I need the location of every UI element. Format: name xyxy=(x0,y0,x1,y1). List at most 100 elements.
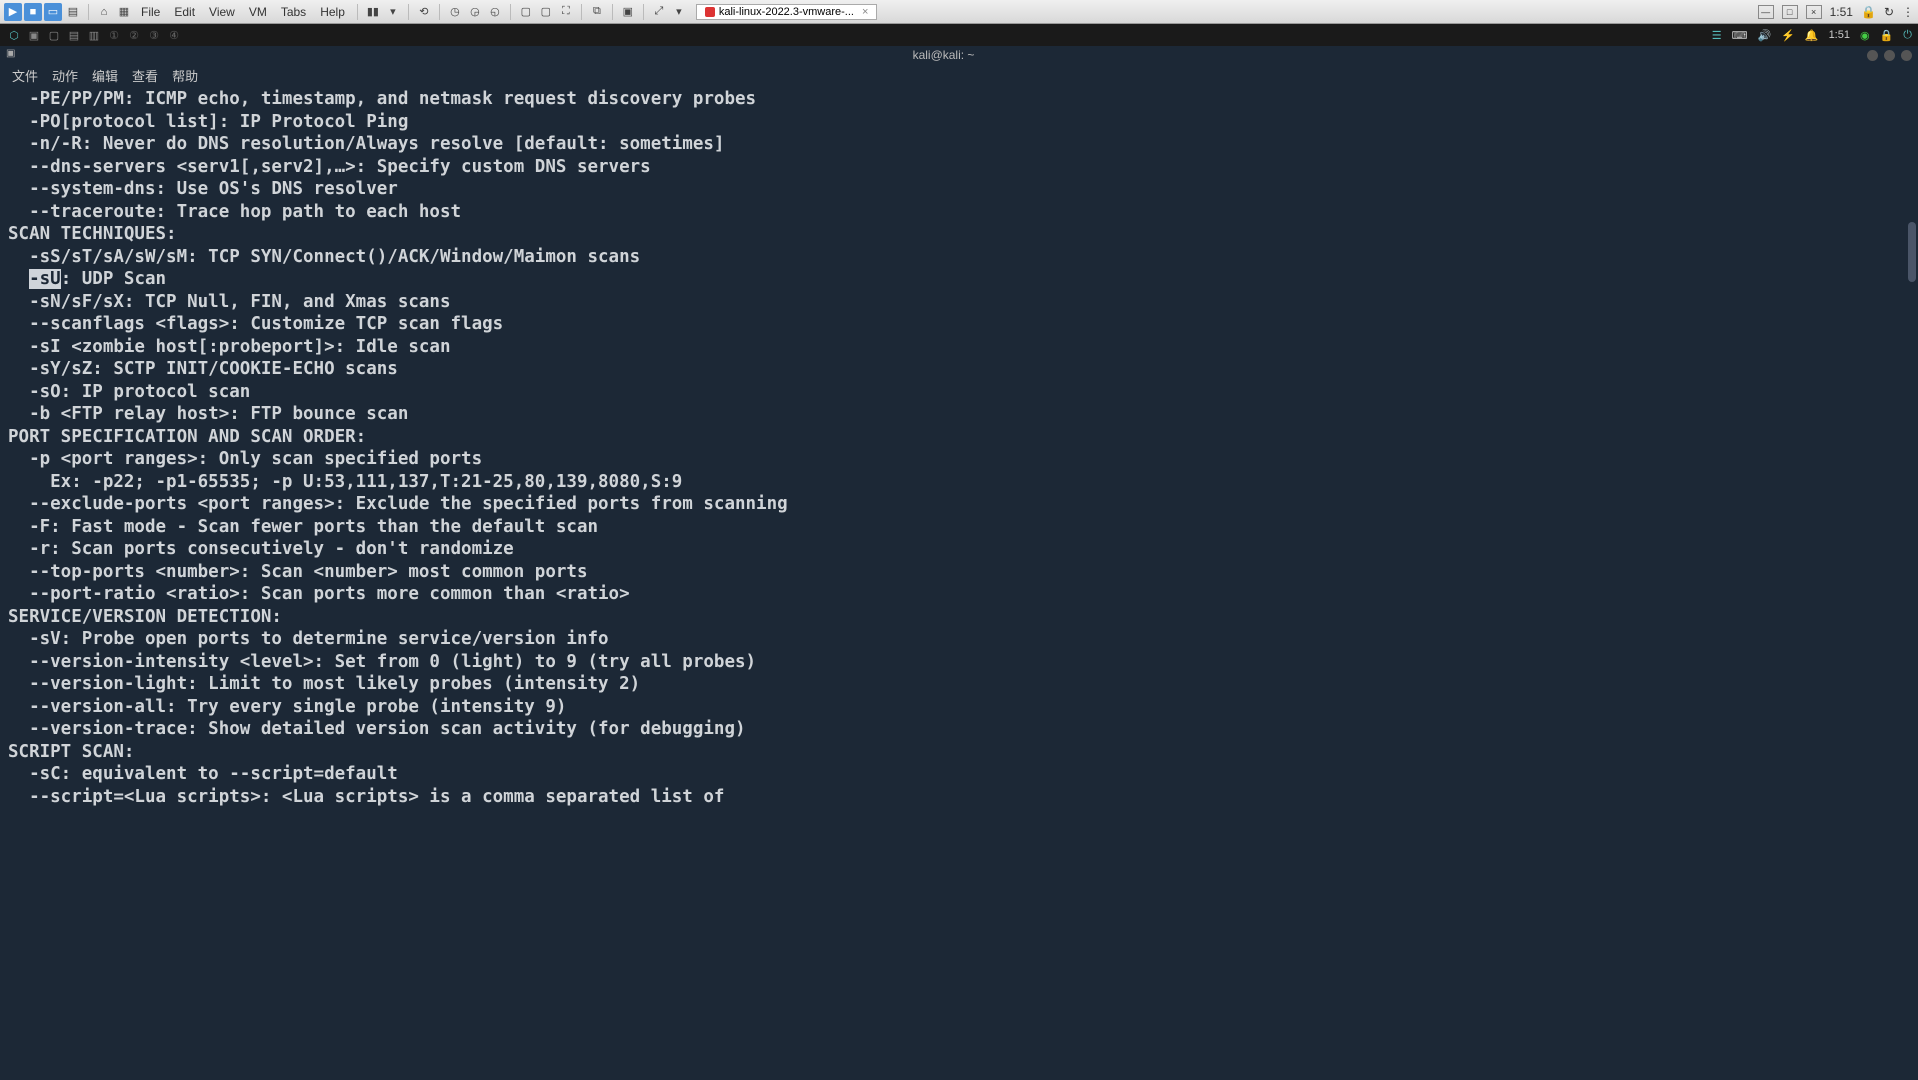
vmware-toolbar: ▶ ■ ▭ ▤ ⌂ ▦ File Edit View VM Tabs Help … xyxy=(0,0,1918,24)
library-icon[interactable]: ▦ xyxy=(115,3,133,21)
terminal-line: --script=<Lua scripts>: <Lua scripts> is… xyxy=(8,786,1910,809)
volume-icon[interactable]: 🔊 xyxy=(1757,29,1771,42)
browser-icon[interactable]: ▥ xyxy=(86,27,102,43)
terminal-titlebar[interactable]: ▣ kali@kali: ~ xyxy=(0,46,1918,64)
view-icon-1[interactable]: ▢ xyxy=(517,3,535,21)
menu-tabs[interactable]: Tabs xyxy=(275,5,312,19)
menu-icon[interactable]: ☰ xyxy=(1712,29,1722,42)
taskbar-icon-2[interactable]: ▭ xyxy=(44,3,62,21)
terminal-line: -sU: UDP Scan xyxy=(8,268,1910,291)
workspace-3[interactable]: ③ xyxy=(146,27,162,43)
menu-vm[interactable]: VM xyxy=(243,5,273,19)
vmware-logo-icon[interactable]: ▶ xyxy=(4,3,22,21)
power-icon[interactable]: ⏻ xyxy=(1903,29,1912,42)
network-icon[interactable]: ⚡ xyxy=(1781,29,1795,42)
guest-clock: 1:51 xyxy=(1829,29,1850,41)
separator xyxy=(612,4,613,20)
terminal-line: --top-ports <number>: Scan <number> most… xyxy=(8,561,1910,584)
menu-dots-icon[interactable]: ⋮ xyxy=(1902,5,1914,19)
kali-panel: ⬡ ▣ ▢ ▤ ▥ ① ② ③ ④ ☰ ⌨ 🔊 ⚡ 🔔 1:51 ◉ 🔒 ⏻ xyxy=(0,24,1918,46)
terminal-line: --dns-servers <serv1[,serv2],…>: Specify… xyxy=(8,156,1910,179)
terminal-line: --system-dns: Use OS's DNS resolver xyxy=(8,178,1910,201)
pause-icon[interactable]: ▮▮ xyxy=(364,3,382,21)
separator xyxy=(643,4,644,20)
terminal-line: -p <port ranges>: Only scan specified po… xyxy=(8,448,1910,471)
console-icon[interactable]: ▣ xyxy=(619,3,637,21)
kali-logo-icon[interactable]: ⬡ xyxy=(6,27,22,43)
terminal-line: --scanflags <flags>: Customize TCP scan … xyxy=(8,313,1910,336)
taskbar-icon-1[interactable]: ■ xyxy=(24,3,42,21)
close-dot[interactable] xyxy=(1901,50,1912,61)
workspace-1[interactable]: ① xyxy=(106,27,122,43)
menu-edit[interactable]: Edit xyxy=(168,5,201,19)
term-menu-help[interactable]: 帮助 xyxy=(166,66,204,85)
battery-icon[interactable]: ◉ xyxy=(1860,29,1870,42)
terminal-line: -r: Scan ports consecutively - don't ran… xyxy=(8,538,1910,561)
terminal-line: --version-all: Try every single probe (i… xyxy=(8,696,1910,719)
workspace-4[interactable]: ④ xyxy=(166,27,182,43)
terminal-line: -sI <zombie host[:probeport]>: Idle scan xyxy=(8,336,1910,359)
separator xyxy=(510,4,511,20)
menu-view[interactable]: View xyxy=(203,5,241,19)
terminal-line: --version-trace: Show detailed version s… xyxy=(8,718,1910,741)
snapshot-manage-icon[interactable]: ◶ xyxy=(466,3,484,21)
terminal-line: -sN/sF/sX: TCP Null, FIN, and Xmas scans xyxy=(8,291,1910,314)
dropdown-icon[interactable]: ▾ xyxy=(384,3,402,21)
view-icon-2[interactable]: ▢ xyxy=(537,3,555,21)
term-menu-actions[interactable]: 动作 xyxy=(46,66,84,85)
minimize-dot[interactable] xyxy=(1867,50,1878,61)
snapshot-icon[interactable]: ◷ xyxy=(446,3,464,21)
home-icon[interactable]: ⌂ xyxy=(95,3,113,21)
term-menu-edit[interactable]: 编辑 xyxy=(86,66,124,85)
minimize-button[interactable]: — xyxy=(1758,5,1774,19)
terminal-line: -n/-R: Never do DNS resolution/Always re… xyxy=(8,133,1910,156)
window-controls xyxy=(1867,50,1912,61)
close-button[interactable]: × xyxy=(1806,5,1822,19)
expand-icon[interactable]: ⤢ xyxy=(650,3,668,21)
terminal-line: -F: Fast mode - Scan fewer ports than th… xyxy=(8,516,1910,539)
keyboard-icon[interactable]: ⌨ xyxy=(1732,29,1748,42)
snapshot-revert-icon[interactable]: ◵ xyxy=(486,3,504,21)
terminal-line: -PE/PP/PM: ICMP echo, timestamp, and net… xyxy=(8,88,1910,111)
vm-tab-label: kali-linux-2022.3-vmware-... xyxy=(719,6,854,18)
fullscreen-icon[interactable]: ⛶ xyxy=(557,3,575,21)
separator xyxy=(581,4,582,20)
menu-file[interactable]: File xyxy=(135,5,166,19)
terminal-icon[interactable]: ▢ xyxy=(46,27,62,43)
lock-icon[interactable]: 🔒 xyxy=(1861,5,1876,19)
term-menu-file[interactable]: 文件 xyxy=(6,66,44,85)
notify-icon[interactable]: 🔔 xyxy=(1805,29,1819,42)
scrollbar[interactable] xyxy=(1908,112,1916,1078)
vm-tab-icon xyxy=(705,7,715,17)
lock-screen-icon[interactable]: 🔒 xyxy=(1880,29,1894,42)
terminal-line: PORT SPECIFICATION AND SCAN ORDER: xyxy=(8,426,1910,449)
maximize-dot[interactable] xyxy=(1884,50,1895,61)
vm-tab[interactable]: kali-linux-2022.3-vmware-... × xyxy=(696,4,878,20)
host-clock: 1:51 xyxy=(1830,5,1853,19)
scrollbar-thumb[interactable] xyxy=(1908,222,1916,282)
refresh-icon[interactable]: ↻ xyxy=(1884,5,1894,19)
workspace-2[interactable]: ② xyxy=(126,27,142,43)
editor-icon[interactable]: ▤ xyxy=(66,27,82,43)
files-icon[interactable]: ▣ xyxy=(26,27,42,43)
terminal-line: --version-light: Limit to most likely pr… xyxy=(8,673,1910,696)
terminal-output[interactable]: -PE/PP/PM: ICMP echo, timestamp, and net… xyxy=(0,86,1918,810)
terminal-line: SERVICE/VERSION DETECTION: xyxy=(8,606,1910,629)
separator xyxy=(408,4,409,20)
terminal-line: --traceroute: Trace hop path to each hos… xyxy=(8,201,1910,224)
terminal-line: -PO[protocol list]: IP Protocol Ping xyxy=(8,111,1910,134)
term-menu-view[interactable]: 查看 xyxy=(126,66,164,85)
send-key-icon[interactable]: ⟲ xyxy=(415,3,433,21)
taskbar-icon-3[interactable]: ▤ xyxy=(64,3,82,21)
terminal-line: -sY/sZ: SCTP INIT/COOKIE-ECHO scans xyxy=(8,358,1910,381)
terminal-line: --port-ratio <ratio>: Scan ports more co… xyxy=(8,583,1910,606)
close-tab-icon[interactable]: × xyxy=(862,6,868,18)
terminal-line: --version-intensity <level>: Set from 0 … xyxy=(8,651,1910,674)
dropdown-2-icon[interactable]: ▾ xyxy=(670,3,688,21)
maximize-button[interactable]: □ xyxy=(1782,5,1798,19)
menu-help[interactable]: Help xyxy=(314,5,351,19)
terminal-line: SCAN TECHNIQUES: xyxy=(8,223,1910,246)
terminal-app-icon: ▣ xyxy=(6,48,20,62)
terminal-line: -b <FTP relay host>: FTP bounce scan xyxy=(8,403,1910,426)
unity-icon[interactable]: ⧉ xyxy=(588,3,606,21)
